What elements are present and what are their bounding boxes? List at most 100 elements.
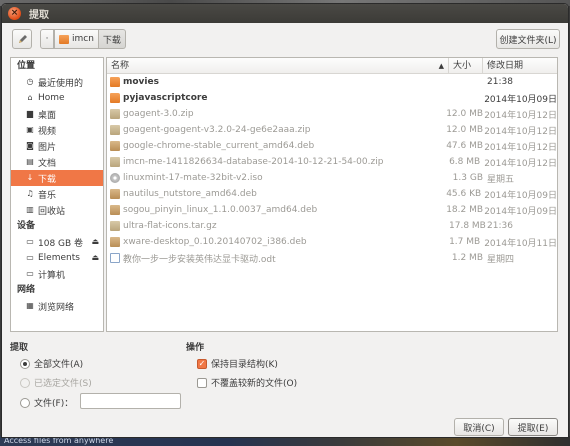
sidebar-item-elements[interactable]: ▭ Elements ⏏ xyxy=(11,250,103,266)
dot-icon: · xyxy=(45,34,49,44)
check-icon: ✓ xyxy=(197,358,207,369)
checkbox-indicator xyxy=(197,377,207,388)
archive-icon xyxy=(110,109,120,119)
folder-icon xyxy=(110,77,120,87)
file-row[interactable]: sogou_pinyin_linux_1.1.0.0037_amd64.deb 1… xyxy=(107,202,557,218)
toolbar: · imcn 下载 创建文件夹(L) xyxy=(10,29,560,49)
file-size: 17.8 MB xyxy=(449,221,486,231)
file-row[interactable]: pyjavascriptcore 2014年10月09日 xyxy=(107,90,557,106)
computer-icon: ▭ xyxy=(26,269,34,278)
path-segment-downloads[interactable]: 下载 xyxy=(98,29,126,49)
radio-label: 文件(F)： xyxy=(34,399,74,409)
edit-location-button[interactable] xyxy=(12,29,32,49)
sidebar-item-videos[interactable]: ▣ 视频 xyxy=(11,122,103,138)
sidebar-item-desktop[interactable]: ▆ 桌面 xyxy=(11,106,103,122)
close-icon: × xyxy=(10,8,19,18)
clock-icon: ◷ xyxy=(26,77,34,86)
file-row[interactable]: ultra-flat-icons.tar.gz 17.8 MB 21:36 xyxy=(107,218,557,234)
sidebar-item-home[interactable]: ⌂ Home xyxy=(11,90,103,106)
file-name: nautilus_nutstore_amd64.deb xyxy=(123,189,257,199)
column-header-name[interactable]: 名称 ▲ xyxy=(107,58,449,73)
file-size: 45.6 KB xyxy=(446,189,482,199)
sidebar-item-music[interactable]: ♫ 音乐 xyxy=(11,186,103,202)
checkbox-no-overwrite[interactable]: 不覆盖较新的文件(O) xyxy=(197,376,297,389)
sidebar-item-volume[interactable]: ▭ 108 GB 卷 ⏏ xyxy=(11,234,103,250)
sidebar-item-label: 音乐 xyxy=(38,190,57,201)
radio-files[interactable]: 文件(F)： xyxy=(20,396,73,409)
file-row[interactable]: linuxmint-17-mate-32bit-v2.iso 1.3 GB 星期五 xyxy=(107,170,557,186)
sidebar-item-trash[interactable]: ▥ 回收站 xyxy=(11,202,103,218)
sidebar-item-label: 桌面 xyxy=(38,110,57,121)
sidebar-item-label: 视频 xyxy=(38,126,57,137)
archive-icon xyxy=(110,157,120,167)
file-modified: 星期四 xyxy=(487,254,515,265)
column-header-modified[interactable]: 修改日期 xyxy=(483,58,557,73)
file-modified: 2014年10月09日 xyxy=(484,190,557,201)
radio-label: 全部文件(A) xyxy=(34,360,84,370)
path-scroll-left-button[interactable]: · xyxy=(40,29,54,49)
eject-icon[interactable]: ⏏ xyxy=(91,253,99,262)
package-icon xyxy=(110,205,120,215)
extract-dialog: × 提取 · imcn 下载 创建文件夹(L) 位置 ◷ 最近使用的 ⌂ Home … xyxy=(1,3,569,438)
file-modified: 21:36 xyxy=(487,221,513,231)
file-name-cell: movies xyxy=(107,77,449,87)
radio-indicator xyxy=(20,377,30,388)
file-modified: 2014年10月11日 xyxy=(484,238,557,249)
path-segment-label: imcn xyxy=(72,34,94,44)
archive-icon xyxy=(110,125,120,135)
file-size: 12.0 MB xyxy=(446,125,484,135)
file-row[interactable]: xware-desktop_0.10.20140702_i386.deb 1.7 … xyxy=(107,234,557,250)
column-header-label: 名称 xyxy=(111,61,130,71)
desktop-icon: ▆ xyxy=(26,109,34,118)
radio-selected-files[interactable]: 已选定文件(S) xyxy=(20,376,92,389)
home-icon: ⌂ xyxy=(27,93,33,102)
sidebar-item-downloads[interactable]: ↓ 下载 xyxy=(11,170,103,186)
file-name-cell: google-chrome-stable_current_amd64.deb xyxy=(107,141,446,151)
file-list-rows: movies 21:38 pyjavascriptcore 2014年10月09日 go… xyxy=(107,74,557,266)
cancel-button[interactable]: 取消(C) xyxy=(454,418,504,436)
path-segment-label: 下载 xyxy=(102,35,121,46)
file-name-cell: goagent-goagent-v3.2.0-24-ge6e2aaa.zip xyxy=(107,125,446,135)
folder-icon xyxy=(110,93,120,103)
music-icon: ♫ xyxy=(26,189,34,198)
column-header-size[interactable]: 大小 xyxy=(449,58,483,73)
checkbox-keep-structure[interactable]: ✓ 保持目录结构(K) xyxy=(197,357,278,370)
sidebar-item-computer[interactable]: ▭ 计算机 xyxy=(11,266,103,282)
archive-icon xyxy=(110,221,120,231)
sidebar-item-label: 计算机 xyxy=(38,270,66,281)
sidebar-item-pictures[interactable]: ◙ 图片 xyxy=(11,138,103,154)
eject-icon[interactable]: ⏏ xyxy=(91,237,99,246)
file-modified: 2014年10月09日 xyxy=(484,206,557,217)
file-row[interactable]: 教你一步一步安装英伟达显卡驱动.odt 1.2 MB 星期四 xyxy=(107,250,557,266)
close-button[interactable]: × xyxy=(8,7,21,20)
path-segment-home[interactable]: imcn xyxy=(54,29,99,49)
sidebar-item-browse-network[interactable]: ▦ 浏览网络 xyxy=(11,298,103,314)
file-row[interactable]: movies 21:38 xyxy=(107,74,557,90)
file-name-cell: sogou_pinyin_linux_1.1.0.0037_amd64.deb xyxy=(107,205,446,215)
sidebar-item-label: 回收站 xyxy=(38,206,66,217)
file-size: 1.7 MB xyxy=(449,237,481,247)
title-bar: × 提取 xyxy=(2,4,568,23)
extract-button[interactable]: 提取(E) xyxy=(508,418,558,436)
file-row[interactable]: goagent-3.0.zip 12.0 MB 2014年10月12日 xyxy=(107,106,557,122)
sidebar-item-label: 下载 xyxy=(38,174,57,185)
sidebar-item-recent[interactable]: ◷ 最近使用的 xyxy=(11,74,103,90)
file-row[interactable]: google-chrome-stable_current_amd64.deb 47… xyxy=(107,138,557,154)
radio-all-files[interactable]: 全部文件(A) xyxy=(20,357,83,370)
window-title: 提取 xyxy=(29,10,49,21)
file-row[interactable]: nautilus_nutstore_amd64.deb 45.6 KB 2014年1… xyxy=(107,186,557,202)
package-icon xyxy=(110,237,120,247)
checkbox-label: 不覆盖较新的文件(O) xyxy=(211,379,298,389)
file-row[interactable]: imcn-me-1411826634-database-2014-10-12-2… xyxy=(107,154,557,170)
sidebar-item-label: 最近使用的 xyxy=(38,78,84,89)
extract-section-title: 提取 xyxy=(10,343,29,353)
file-modified: 21:38 xyxy=(487,77,513,87)
file-name: xware-desktop_0.10.20140702_i386.deb xyxy=(123,237,307,247)
create-folder-button[interactable]: 创建文件夹(L) xyxy=(496,29,560,49)
sidebar-item-documents[interactable]: ▤ 文档 xyxy=(11,154,103,170)
file-row[interactable]: goagent-goagent-v3.2.0-24-ge6e2aaa.zip 12… xyxy=(107,122,557,138)
package-icon xyxy=(110,141,120,151)
files-pattern-input[interactable] xyxy=(80,393,181,409)
doc-icon xyxy=(110,253,120,263)
file-name-cell: ultra-flat-icons.tar.gz xyxy=(107,221,449,231)
